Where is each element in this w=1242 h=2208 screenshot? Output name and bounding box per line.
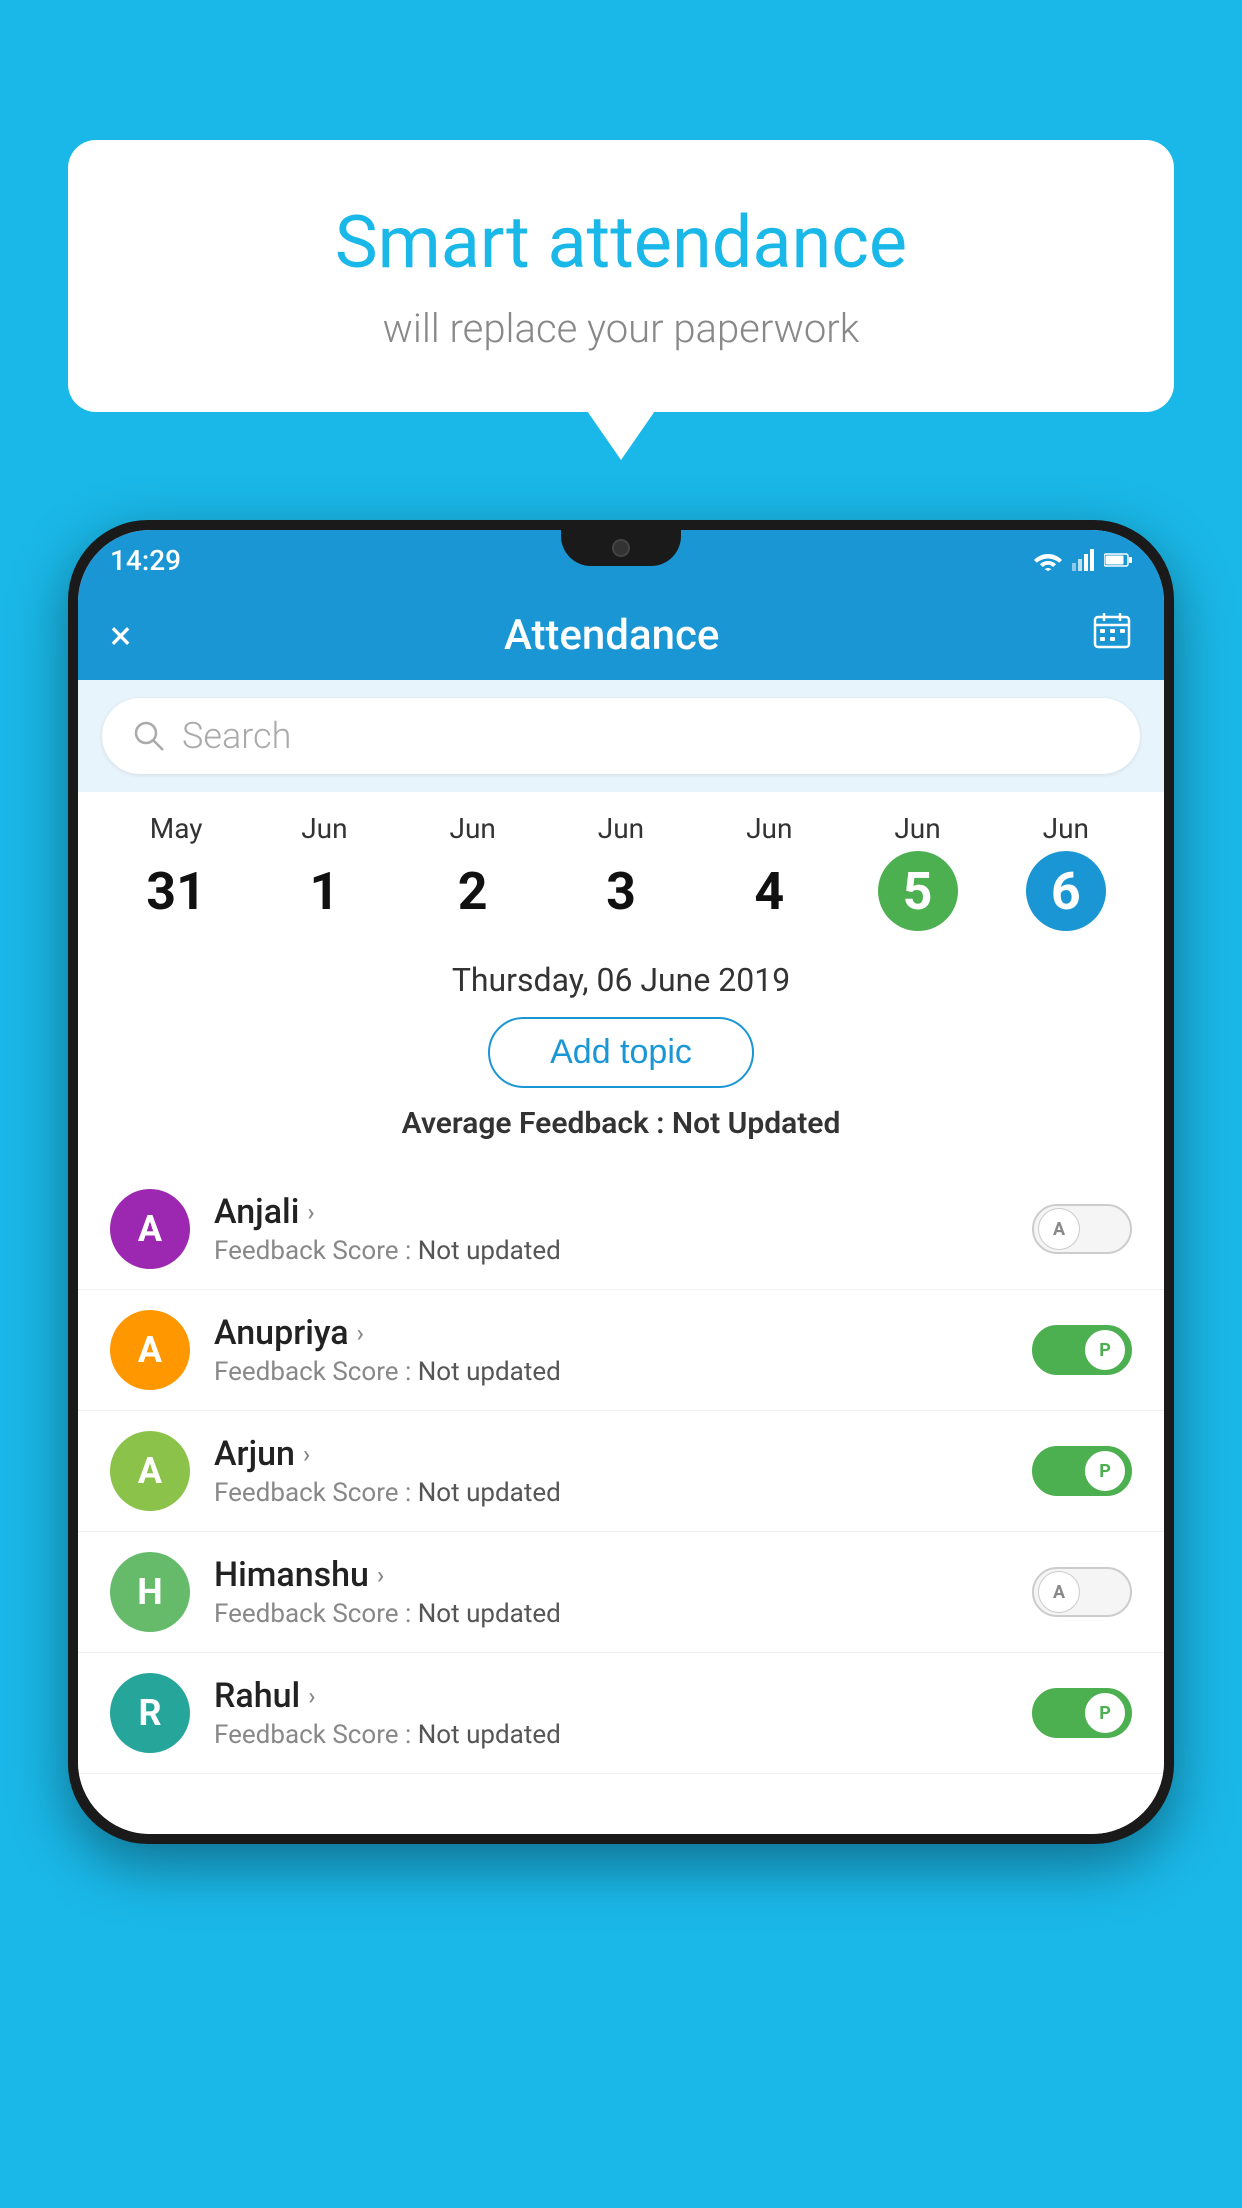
feedback-score: Feedback Score : Not updated [214, 1236, 1008, 1266]
student-item[interactable]: A Arjun › Feedback Score : Not updated P [78, 1411, 1164, 1532]
search-placeholder: Search [182, 715, 291, 757]
avatar: R [110, 1673, 190, 1753]
student-name: Arjun › [214, 1434, 1008, 1474]
feedback-score: Feedback Score : Not updated [214, 1478, 1008, 1508]
calendar-button[interactable] [1092, 611, 1132, 660]
chevron-icon: › [357, 1319, 364, 1347]
status-bar: 14:29 [78, 530, 1164, 590]
student-item[interactable]: R Rahul › Feedback Score : Not updated P [78, 1653, 1164, 1774]
toggle-knob: P [1084, 1329, 1126, 1371]
notch [561, 530, 681, 566]
calendar-strip: May31 Jun1 Jun2 Jun3 Jun4 Jun5 Jun6 [78, 792, 1164, 941]
toggle-knob: P [1084, 1450, 1126, 1492]
front-camera [612, 539, 630, 557]
search-bar-wrapper: Search [78, 680, 1164, 792]
wifi-icon [1034, 549, 1062, 571]
battery-icon [1104, 552, 1132, 568]
chevron-icon: › [303, 1440, 310, 1468]
chevron-icon: › [308, 1682, 315, 1710]
calendar-day[interactable]: Jun5 [878, 812, 958, 931]
close-button[interactable]: × [110, 612, 131, 659]
chevron-icon: › [377, 1561, 384, 1589]
phone-device: 14:29 [68, 520, 1174, 1844]
status-icons [1034, 549, 1132, 571]
search-icon [132, 719, 166, 753]
student-info: Rahul › Feedback Score : Not updated [214, 1676, 1008, 1750]
feedback-score: Feedback Score : Not updated [214, 1599, 1008, 1629]
attendance-toggle[interactable]: P [1032, 1688, 1132, 1738]
calendar-day[interactable]: Jun2 [433, 812, 513, 931]
content-area: Thursday, 06 June 2019 Add topic Average… [78, 941, 1164, 1169]
calendar-day[interactable]: Jun6 [1026, 812, 1106, 931]
search-bar[interactable]: Search [102, 698, 1140, 774]
student-item[interactable]: A Anjali › Feedback Score : Not updated A [78, 1169, 1164, 1290]
chevron-icon: › [307, 1198, 314, 1226]
student-name: Rahul › [214, 1676, 1008, 1716]
speech-bubble-title: Smart attendance [148, 200, 1094, 285]
student-item[interactable]: A Anupriya › Feedback Score : Not updated P [78, 1290, 1164, 1411]
attendance-toggle[interactable]: A [1032, 1567, 1132, 1617]
status-time: 14:29 [110, 544, 181, 577]
feedback-score: Feedback Score : Not updated [214, 1357, 1008, 1387]
signal-icon [1072, 549, 1094, 571]
student-item[interactable]: H Himanshu › Feedback Score : Not updated A [78, 1532, 1164, 1653]
student-name: Anupriya › [214, 1313, 1008, 1353]
student-name: Anjali › [214, 1192, 1008, 1232]
add-topic-button[interactable]: Add topic [488, 1017, 754, 1088]
avatar: A [110, 1431, 190, 1511]
attendance-toggle[interactable]: P [1032, 1446, 1132, 1496]
speech-bubble-subtitle: will replace your paperwork [148, 305, 1094, 352]
speech-bubble: Smart attendance will replace your paper… [68, 140, 1174, 412]
student-list: AAnjali ›Feedback Score : Not updatedAAA… [78, 1169, 1164, 1774]
calendar-day[interactable]: May31 [136, 812, 216, 931]
phone-bottom [78, 1774, 1164, 1834]
phone-screen: 14:29 [78, 530, 1164, 1834]
avatar: A [110, 1310, 190, 1390]
phone-wrapper: 14:29 [68, 520, 1174, 2208]
average-feedback: Average Feedback : Not Updated [78, 1106, 1164, 1141]
toggle-knob: P [1084, 1692, 1126, 1734]
app-bar: × Attendance [78, 590, 1164, 680]
calendar-day[interactable]: Jun4 [729, 812, 809, 931]
feedback-score: Feedback Score : Not updated [214, 1720, 1008, 1750]
toggle-knob: A [1038, 1571, 1080, 1613]
calendar-day[interactable]: Jun1 [284, 812, 364, 931]
student-info: Himanshu › Feedback Score : Not updated [214, 1555, 1008, 1629]
student-info: Anupriya › Feedback Score : Not updated [214, 1313, 1008, 1387]
calendar-icon [1092, 611, 1132, 651]
student-name: Himanshu › [214, 1555, 1008, 1595]
speech-bubble-container: Smart attendance will replace your paper… [68, 140, 1174, 412]
attendance-toggle[interactable]: P [1032, 1325, 1132, 1375]
avatar: H [110, 1552, 190, 1632]
avatar: A [110, 1189, 190, 1269]
student-info: Arjun › Feedback Score : Not updated [214, 1434, 1008, 1508]
calendar-day[interactable]: Jun3 [581, 812, 661, 931]
attendance-toggle[interactable]: A [1032, 1204, 1132, 1254]
app-bar-title: Attendance [504, 611, 719, 660]
toggle-knob: A [1038, 1208, 1080, 1250]
student-info: Anjali › Feedback Score : Not updated [214, 1192, 1008, 1266]
selected-date: Thursday, 06 June 2019 [78, 961, 1164, 999]
